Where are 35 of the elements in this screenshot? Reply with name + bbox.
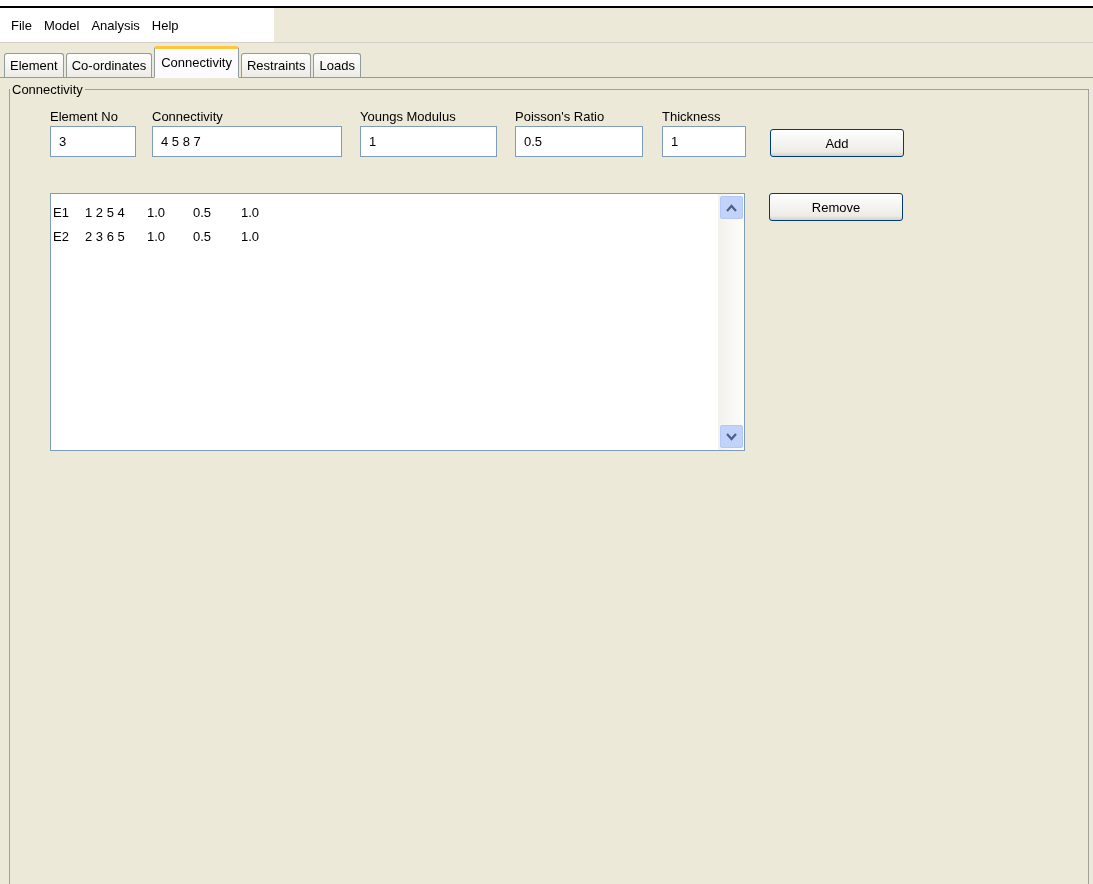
tab[interactable]: Element [4, 53, 64, 77]
menu-item[interactable]: File [6, 15, 37, 35]
tab[interactable]: Restraints [240, 53, 312, 77]
scroll-down-icon[interactable] [719, 425, 743, 448]
list-cell-text: 1 2 5 4 [85, 204, 126, 220]
group-title: Connectivity [11, 82, 84, 97]
input-field[interactable]: 1 [360, 126, 497, 157]
list-cell-text: 0.5 [193, 204, 213, 220]
list-cell-text: 0.5 [193, 228, 213, 244]
scroll-up-icon[interactable] [719, 196, 743, 219]
list-cell-text: 1.0 [147, 228, 167, 244]
input-field[interactable]: 4 5 8 7 [152, 126, 342, 157]
list-cell-text: E1 [53, 204, 70, 220]
field-label: Poisson's Ratio [515, 109, 606, 124]
input-field[interactable]: 1 [662, 126, 746, 157]
input-field[interactable]: 0.5 [515, 126, 643, 157]
field-label: Youngs Modulus [360, 109, 457, 124]
list-cell-text: 2 3 6 5 [85, 228, 126, 244]
tab[interactable]: Loads [313, 53, 361, 77]
list-cell-text: 1.0 [241, 228, 261, 244]
field-label: Element No [50, 109, 119, 124]
list-cell-text: 1.0 [241, 204, 261, 220]
add-button[interactable]: Add [770, 129, 904, 157]
menu-item[interactable]: Help [146, 15, 184, 35]
input-field[interactable]: 3 [50, 126, 136, 157]
list-cell-text: E2 [53, 228, 70, 244]
menu-item[interactable]: Model [38, 15, 85, 35]
field-label: Connectivity [152, 109, 224, 124]
remove-button[interactable]: Remove [769, 193, 903, 221]
menu-item[interactable]: Analysis [86, 15, 145, 35]
element-list[interactable]: E1 1 2 5 4 1.0 0.5 1.0 E2 2 3 6 5 1.0 0.5 1.0 [50, 193, 745, 451]
list-cell-text: 1.0 [147, 204, 167, 220]
tab[interactable]: Co-ordinates [65, 53, 153, 77]
field-label: Thickness [662, 109, 722, 124]
tab[interactable]: Connectivity [154, 46, 239, 78]
